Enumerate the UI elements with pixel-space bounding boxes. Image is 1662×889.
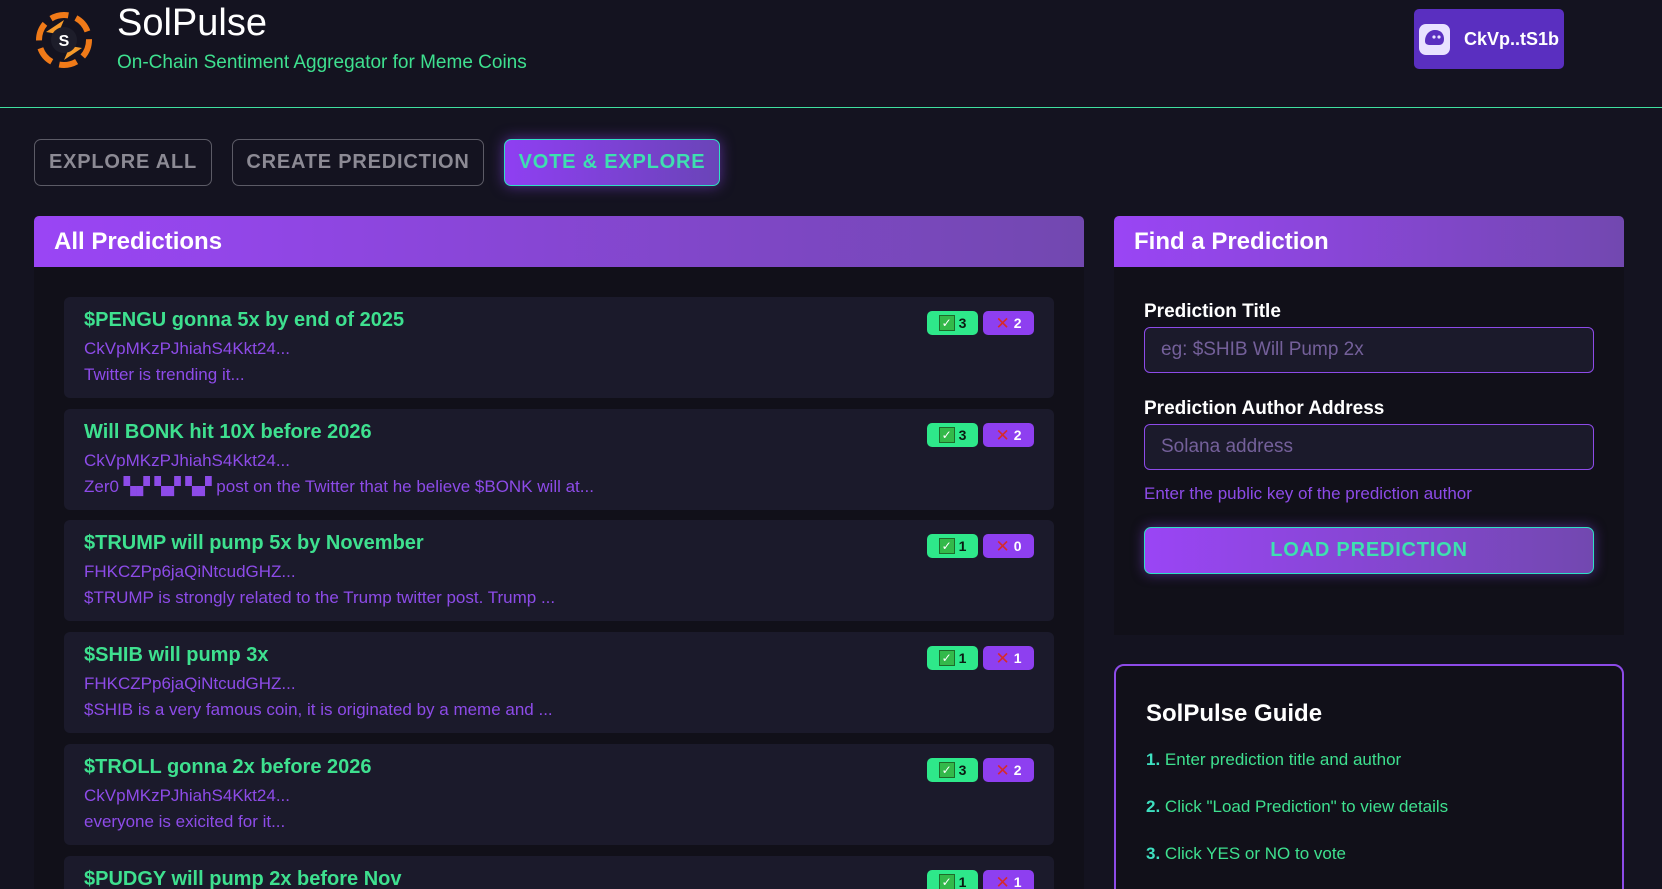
cross-icon: ✕ xyxy=(995,760,1010,780)
prediction-card[interactable]: $SHIB will pump 3x FHKCZPp6jaQiNtcudGHZ.… xyxy=(64,632,1054,733)
guide-step: 2. Click "Load Prediction" to view detai… xyxy=(1146,797,1448,817)
prediction-description: everyone is exicited for it... xyxy=(84,812,286,831)
no-vote-badge: ✕ 2 xyxy=(983,758,1034,782)
guide-step-text: Enter prediction title and author xyxy=(1164,750,1402,769)
no-count: 2 xyxy=(1013,762,1022,778)
prediction-description: $SHIB is a very famous coin, it is origi… xyxy=(84,700,553,719)
yes-count: 3 xyxy=(958,427,967,443)
all-predictions-header: All Predictions xyxy=(34,216,1084,267)
prediction-author: CkVpMKzPJhiahS4Kkt24... xyxy=(84,786,290,805)
yes-vote-badge: ✓ 1 xyxy=(927,646,978,670)
prediction-title: $PENGU gonna 5x by end of 2025 xyxy=(84,309,405,331)
prediction-description: Zer0 ▚▞ ▚▞ ▚▞ post on the Twitter that h… xyxy=(84,477,594,496)
prediction-title: $PUDGY will pump 2x before Nov xyxy=(84,868,402,889)
prediction-author: FHKCZPp6jaQiNtcudGHZ... xyxy=(84,674,296,693)
guide-step: 3. Click YES or NO to vote xyxy=(1146,844,1346,864)
check-icon: ✓ xyxy=(938,427,955,443)
guide-step: 1. Enter prediction title and author xyxy=(1146,750,1401,770)
vote-counts: ✓ 1 ✕ 1 xyxy=(927,646,1034,670)
yes-vote-badge: ✓ 3 xyxy=(927,423,978,447)
guide-step-number: 2. xyxy=(1146,797,1161,816)
tab-create-prediction[interactable]: CREATE PREDICTION xyxy=(232,139,484,186)
no-count: 1 xyxy=(1013,874,1022,889)
cross-icon: ✕ xyxy=(995,536,1010,556)
check-icon: ✓ xyxy=(938,650,955,666)
tab-explore-all[interactable]: EXPLORE ALL xyxy=(34,139,212,186)
cross-icon: ✕ xyxy=(995,872,1010,889)
yes-count: 1 xyxy=(958,538,967,554)
no-count: 2 xyxy=(1013,315,1022,331)
vote-counts: ✓ 3 ✕ 2 xyxy=(927,311,1034,335)
prediction-card[interactable]: $PUDGY will pump 2x before Nov ✓ 1 ✕ 1 xyxy=(64,856,1054,889)
prediction-card[interactable]: Will BONK hit 10X before 2026 CkVpMKzPJh… xyxy=(64,409,1054,510)
guide-step-text: Click YES or NO to vote xyxy=(1164,844,1347,863)
svg-text:S: S xyxy=(59,33,70,50)
prediction-card[interactable]: $TRUMP will pump 5x by November FHKCZPp6… xyxy=(64,520,1054,621)
vote-counts: ✓ 1 ✕ 0 xyxy=(927,534,1034,558)
wallet-address-label: CkVp..tS1b xyxy=(1463,28,1560,49)
prediction-card[interactable]: $TROLL gonna 2x before 2026 CkVpMKzPJhia… xyxy=(64,744,1054,845)
no-count: 0 xyxy=(1013,538,1022,554)
no-vote-badge: ✕ 1 xyxy=(983,646,1034,670)
prediction-title-label: Prediction Title xyxy=(1144,301,1281,322)
author-address-hint: Enter the public key of the prediction a… xyxy=(1144,484,1472,503)
yes-count: 3 xyxy=(958,762,967,778)
no-count: 2 xyxy=(1013,427,1022,443)
prediction-title: Will BONK hit 10X before 2026 xyxy=(84,421,372,443)
check-icon: ✓ xyxy=(938,538,955,554)
prediction-title-input[interactable] xyxy=(1144,327,1594,373)
check-icon: ✓ xyxy=(938,874,955,889)
prediction-title: $SHIB will pump 3x xyxy=(84,644,269,666)
phantom-wallet-icon xyxy=(1418,23,1450,55)
prediction-title: $TROLL gonna 2x before 2026 xyxy=(84,756,372,778)
guide-step-number: 3. xyxy=(1146,844,1161,863)
vote-counts: ✓ 3 ✕ 2 xyxy=(927,423,1034,447)
prediction-author: CkVpMKzPJhiahS4Kkt24... xyxy=(84,451,290,470)
prediction-title: $TRUMP will pump 5x by November xyxy=(84,532,424,554)
vote-counts: ✓ 1 ✕ 1 xyxy=(927,870,1034,889)
yes-vote-badge: ✓ 1 xyxy=(927,534,978,558)
prediction-description: $TRUMP is strongly related to the Trump … xyxy=(84,588,556,607)
yes-count: 1 xyxy=(958,650,967,666)
yes-count: 3 xyxy=(958,315,967,331)
guide-step-number: 1. xyxy=(1146,750,1161,769)
solpulse-guide: SolPulse Guide 1. Enter prediction title… xyxy=(1114,664,1624,889)
cross-icon: ✕ xyxy=(995,648,1010,668)
cross-icon: ✕ xyxy=(995,425,1010,445)
app-header: S SolPulse On-Chain Sentiment Aggregator… xyxy=(0,0,1662,108)
author-address-label: Prediction Author Address xyxy=(1144,398,1385,419)
prediction-author: FHKCZPp6jaQiNtcudGHZ... xyxy=(84,562,296,581)
yes-vote-badge: ✓ 1 xyxy=(927,870,978,889)
no-vote-badge: ✕ 2 xyxy=(983,423,1034,447)
find-prediction-header: Find a Prediction xyxy=(1114,216,1624,267)
no-vote-badge: ✕ 0 xyxy=(983,534,1034,558)
tab-vote-explore[interactable]: VOTE & EXPLORE xyxy=(504,139,720,186)
yes-count: 1 xyxy=(958,874,967,889)
no-vote-badge: ✕ 1 xyxy=(983,870,1034,889)
solpulse-logo-icon: S xyxy=(36,12,92,68)
yes-vote-badge: ✓ 3 xyxy=(927,311,978,335)
guide-step-text: Click "Load Prediction" to view details xyxy=(1164,797,1449,816)
no-vote-badge: ✕ 2 xyxy=(983,311,1034,335)
app-title: SolPulse xyxy=(117,2,267,44)
wallet-button[interactable]: CkVp..tS1b xyxy=(1414,9,1564,69)
vote-counts: ✓ 3 ✕ 2 xyxy=(927,758,1034,782)
no-count: 1 xyxy=(1013,650,1022,666)
check-icon: ✓ xyxy=(938,315,955,331)
check-icon: ✓ xyxy=(938,762,955,778)
app-subtitle: On-Chain Sentiment Aggregator for Meme C… xyxy=(117,52,527,73)
prediction-description: Twitter is trending it... xyxy=(84,365,245,384)
prediction-author: CkVpMKzPJhiahS4Kkt24... xyxy=(84,339,290,358)
guide-title: SolPulse Guide xyxy=(1146,700,1323,727)
cross-icon: ✕ xyxy=(995,313,1010,333)
yes-vote-badge: ✓ 3 xyxy=(927,758,978,782)
load-prediction-button[interactable]: LOAD PREDICTION xyxy=(1144,527,1594,574)
author-address-input[interactable] xyxy=(1144,424,1594,470)
prediction-card[interactable]: $PENGU gonna 5x by end of 2025 CkVpMKzPJ… xyxy=(64,297,1054,398)
